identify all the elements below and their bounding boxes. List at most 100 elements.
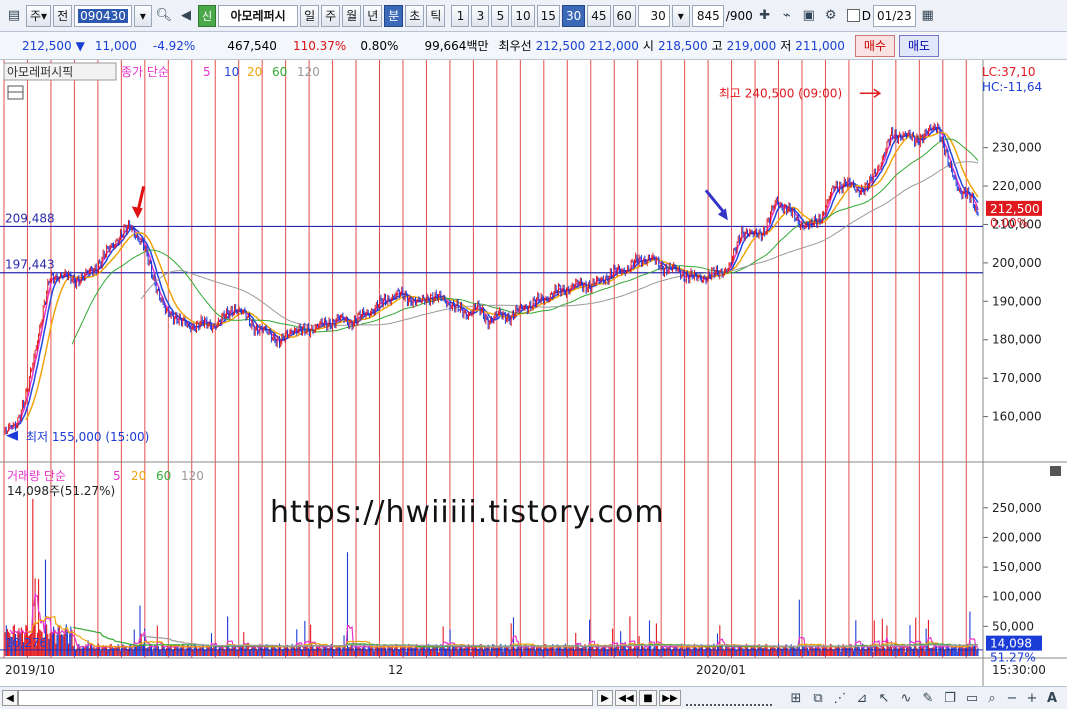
price-tick-label: 160,000 xyxy=(992,410,1042,424)
high-label: 고 xyxy=(711,39,723,53)
zoom-icon[interactable]: ⌕ xyxy=(982,688,1002,708)
candle-settings-icon[interactable]: ✚ xyxy=(755,6,775,26)
copy-icon[interactable]: ❐ xyxy=(940,688,960,708)
period-week[interactable]: 주 xyxy=(321,4,341,27)
panel-maximize-icon[interactable] xyxy=(1050,466,1061,476)
chart-background xyxy=(0,60,1067,686)
period-year[interactable]: 년 xyxy=(363,4,383,27)
new-badge-label: 신 xyxy=(201,9,213,23)
turnover-rate: 0.80% xyxy=(360,38,399,53)
pencil-icon[interactable]: ✎ xyxy=(918,688,938,708)
market-label: 주 xyxy=(30,9,42,23)
low-price: 211,000 xyxy=(795,38,845,53)
volume-tick-label: 100,000 xyxy=(992,590,1042,604)
chevron-down-icon: ▾ xyxy=(677,8,684,23)
interval-60[interactable]: 60 xyxy=(612,4,636,27)
split-icon[interactable]: ⧉ xyxy=(808,688,828,708)
best-quote-label: 최우선 xyxy=(498,39,532,53)
support-line-label: 197,443 xyxy=(5,258,55,272)
interval-input[interactable]: 30 xyxy=(637,4,670,27)
stock-code-input[interactable]: 090430 xyxy=(74,4,132,27)
search-icon[interactable]: 🔍︎ xyxy=(154,6,174,26)
speaker-icon[interactable]: ◀ xyxy=(176,6,196,26)
stop-icon[interactable]: ■ xyxy=(639,690,657,706)
change-percent: -4.92% xyxy=(152,38,196,53)
interval-3[interactable]: 3 xyxy=(471,4,490,27)
scroll-left-icon[interactable]: ◀ xyxy=(2,690,18,706)
rewind-icon[interactable]: ◀◀ xyxy=(615,690,637,706)
interval-1[interactable]: 1 xyxy=(451,4,470,27)
interval-label: 30 xyxy=(565,8,582,23)
save-icon[interactable]: ▣ xyxy=(799,6,819,26)
count-input[interactable]: 845 xyxy=(691,4,724,27)
font-size-icon[interactable]: A xyxy=(1042,688,1062,708)
interval-30[interactable]: 30 xyxy=(561,4,586,27)
gear-icon[interactable]: ⚙ xyxy=(821,6,841,26)
stock-name: 아모레퍼시 xyxy=(218,4,299,27)
buy-button[interactable]: 매수 xyxy=(854,34,896,57)
period-label: 초 xyxy=(409,9,421,23)
period-label: 일 xyxy=(304,9,316,23)
sell-button[interactable]: 매도 xyxy=(899,34,940,57)
calendar-icon[interactable]: ▦ xyxy=(918,6,938,26)
prev-label: 전 xyxy=(57,9,69,23)
zoom-out-icon[interactable]: − xyxy=(1002,688,1022,708)
market-select[interactable]: 주 ▾ xyxy=(26,4,52,27)
period-label: 월 xyxy=(346,9,358,23)
stock-code-value: 090430 xyxy=(78,8,128,23)
quote-bar: 212,500 ▼ 11,000 -4.92% 467,540 110.37% … xyxy=(0,32,1067,60)
price-tick-label: 230,000 xyxy=(992,141,1042,155)
best-buy-price: 212,000 xyxy=(589,38,639,53)
interval-label: 5 xyxy=(496,8,505,23)
count-value: 845 xyxy=(696,8,720,23)
prev-select[interactable]: 전 xyxy=(53,4,73,27)
bottom-bar: ◀ ▶ ◀◀ ■ ▶▶ ⊞ ⧉ ⋰ ⊿ ↖ ∿ ✎ ❐ ▭ ⌕ − + A xyxy=(0,686,1067,709)
down-arrow-icon: ▼ xyxy=(75,38,85,53)
volume-current: 14,098주(51.27%) xyxy=(7,484,115,498)
period-minute[interactable]: 분 xyxy=(384,4,404,27)
x-label-jan: 2020/01 xyxy=(696,663,746,677)
interval-15[interactable]: 15 xyxy=(536,4,560,27)
scrollbar-track[interactable] xyxy=(18,690,593,706)
ma5-legend: 5 xyxy=(203,65,211,79)
zoom-in-icon[interactable]: + xyxy=(1022,688,1042,708)
line-tool-icon[interactable]: ⌁ xyxy=(777,6,797,26)
volume-tag-value: 14,098 xyxy=(990,637,1032,651)
date-checkbox[interactable] xyxy=(846,9,860,22)
code-dropdown-button[interactable]: ▾ xyxy=(133,4,152,27)
open-label: 시 xyxy=(642,39,654,53)
ma60-legend: 60 xyxy=(272,65,287,79)
count-total: /900 xyxy=(725,8,753,23)
wave-tool-icon[interactable]: ∿ xyxy=(896,688,916,708)
window-menu-icon[interactable]: ▤ xyxy=(4,6,24,26)
layout-icon[interactable]: ▭ xyxy=(962,688,982,708)
crosshair-icon[interactable]: ⊞ xyxy=(786,688,806,708)
chevron-down-icon: ▾ xyxy=(41,8,48,23)
period-tick[interactable]: 틱 xyxy=(426,4,446,27)
fib-tool-icon[interactable]: ⊿ xyxy=(852,688,872,708)
open-price: 218,500 xyxy=(657,38,708,53)
trend-tool-icon[interactable]: ⋰ xyxy=(830,688,850,708)
best-sell-price: 212,500 xyxy=(535,38,586,53)
forward-icon[interactable]: ▶▶ xyxy=(659,690,681,706)
period-month[interactable]: 월 xyxy=(342,4,362,27)
interval-45[interactable]: 45 xyxy=(587,4,611,27)
lc-label: LC:37,10 xyxy=(982,65,1035,79)
zoom-slider[interactable] xyxy=(686,690,772,706)
interval-5[interactable]: 5 xyxy=(491,4,510,27)
period-label: 년 xyxy=(367,9,379,23)
price-tick-label: 220,000 xyxy=(992,179,1042,193)
play-icon[interactable]: ▶ xyxy=(597,690,613,706)
period-second[interactable]: 초 xyxy=(405,4,425,27)
stock-chart[interactable]: 160,000170,000180,000190,000200,000210,0… xyxy=(0,60,1067,686)
price-tick-label: 200,000 xyxy=(992,256,1042,270)
interval-dropdown-button[interactable]: ▾ xyxy=(671,4,690,27)
interval-label: 1 xyxy=(456,8,465,23)
vol-ma5-legend: 5 xyxy=(113,469,121,483)
vol-ma60-legend: 60 xyxy=(156,469,171,483)
date-input[interactable]: 01/23 xyxy=(873,4,916,27)
interval-10[interactable]: 10 xyxy=(511,4,535,27)
period-day[interactable]: 일 xyxy=(300,4,320,27)
cursor-icon[interactable]: ↖ xyxy=(874,688,894,708)
hc-label: HC:-11,64 xyxy=(982,80,1042,94)
